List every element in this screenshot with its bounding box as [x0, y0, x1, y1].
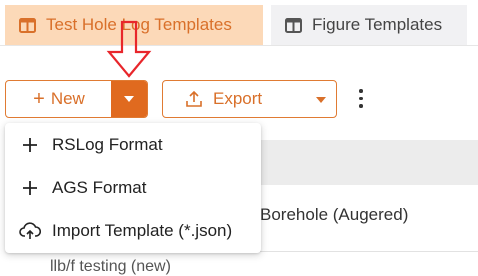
new-split-button: + New: [5, 80, 148, 118]
menu-item-ags-format[interactable]: AGS Format: [5, 166, 261, 209]
table-icon: [285, 17, 302, 33]
upload-icon: [186, 90, 202, 107]
tab-divider: [0, 45, 478, 46]
annotation-arrow-icon: [106, 20, 152, 78]
table-icon: [19, 17, 36, 33]
new-button[interactable]: + New: [6, 81, 112, 117]
chevron-down-icon: [316, 97, 326, 103]
new-dropdown-menu: RSLog Format AGS Format Import Template …: [5, 123, 261, 253]
cloud-upload-icon: [18, 219, 42, 243]
new-dropdown-toggle[interactable]: [111, 81, 147, 117]
menu-item-label: RSLog Format: [52, 134, 163, 154]
more-options-icon[interactable]: [356, 89, 366, 111]
row-divider: [258, 251, 478, 252]
plus-icon: [18, 176, 42, 200]
menu-item-label: AGS Format: [52, 177, 147, 197]
plus-icon: [18, 133, 42, 157]
export-button-label: Export: [213, 89, 263, 108]
table-row[interactable]: llb/f testing (new): [50, 258, 171, 276]
menu-item-import-template[interactable]: Import Template (*.json): [5, 209, 261, 252]
table-row[interactable]: Borehole (Augered): [260, 205, 408, 225]
chevron-down-icon: [124, 96, 134, 102]
table-header: [258, 140, 478, 185]
template-tabs: Test Hole Log Templates Figure Templates: [5, 5, 467, 45]
export-button[interactable]: Export: [162, 80, 337, 118]
plus-icon: +: [33, 88, 45, 110]
new-button-label: New: [50, 89, 85, 108]
menu-item-rslog-format[interactable]: RSLog Format: [5, 123, 261, 166]
tab-figure-templates[interactable]: Figure Templates: [271, 5, 467, 45]
menu-item-label: Import Template (*.json): [52, 220, 233, 240]
tab-label: Figure Templates: [312, 15, 443, 34]
